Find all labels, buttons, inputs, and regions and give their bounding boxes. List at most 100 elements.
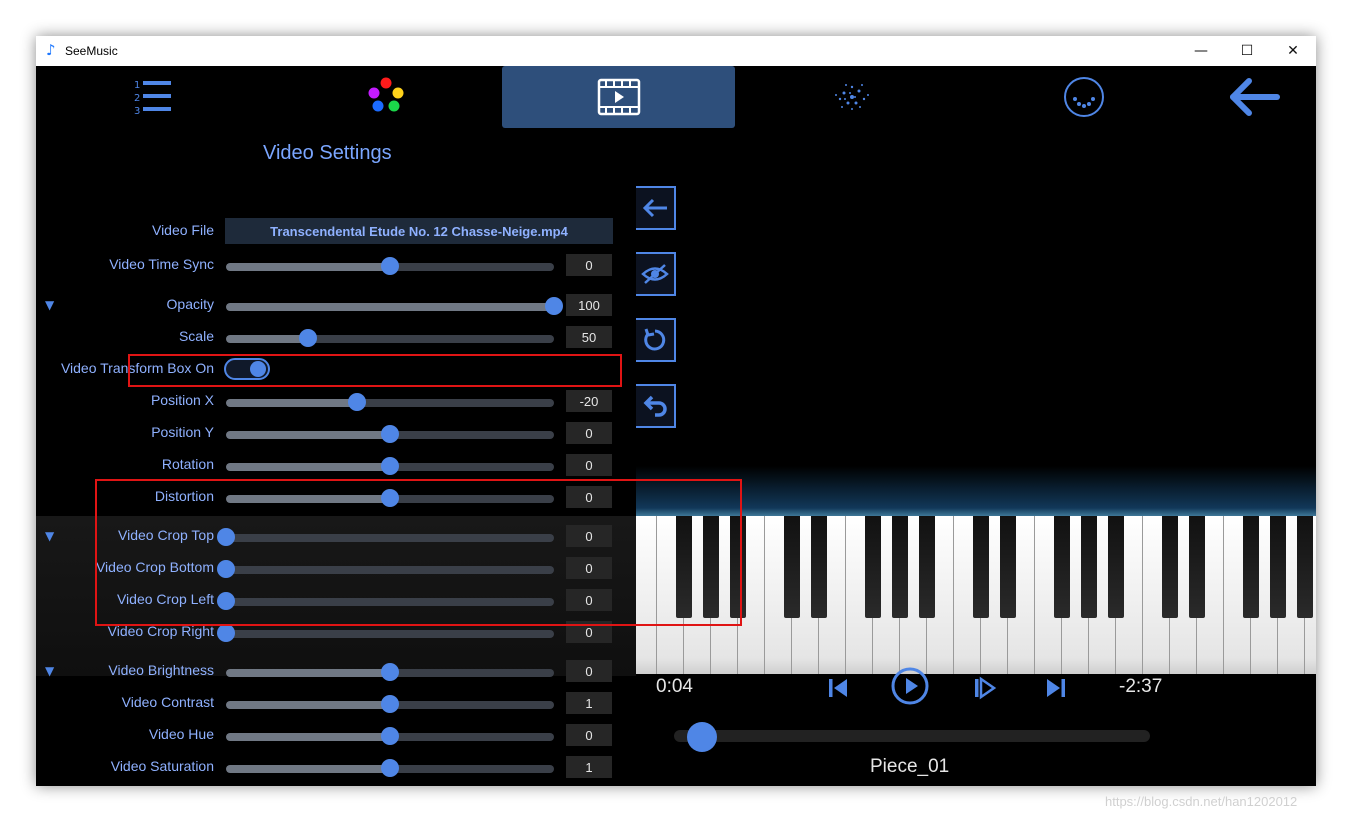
position-y-value-field[interactable]: 0 [566, 422, 612, 444]
opacity-label: Opacity [166, 296, 214, 312]
skip-next-icon [1047, 679, 1065, 697]
video-file-label: Video File [151, 222, 214, 238]
video-saturation-label: Video Saturation [110, 758, 214, 774]
nav-back-button[interactable] [1222, 66, 1286, 128]
video-time-sync-slider-fill [226, 263, 390, 271]
reset-transform-button[interactable] [636, 318, 676, 362]
video-crop-right-slider-handle[interactable] [217, 624, 235, 642]
crop-section-toggle[interactable]: ▼ [45, 529, 54, 543]
black-key [865, 516, 881, 618]
position-y-slider-fill [226, 431, 390, 439]
position-x-slider-fill [226, 399, 358, 407]
video-brightness-label: Video Brightness [108, 662, 214, 678]
maximize-button[interactable]: ☐ [1224, 36, 1270, 66]
nav-more-button[interactable] [1046, 66, 1122, 128]
video-contrast-value-field[interactable]: 1 [566, 692, 612, 714]
video-brightness-value-field[interactable]: 0 [566, 660, 612, 682]
title-bar: ♪ SeeMusic — ☐ ✕ [36, 36, 1316, 66]
window-title: SeeMusic [65, 44, 118, 58]
position-x-slider-handle[interactable] [348, 393, 367, 411]
arrow-left-icon [1230, 78, 1280, 116]
video-contrast-row: Video Contrast 1 [36, 690, 636, 716]
video-crop-right-slider-track[interactable] [226, 630, 554, 638]
reset-icon [644, 328, 666, 351]
arrow-left-icon [642, 198, 667, 218]
black-key [1000, 516, 1016, 618]
position-x-value-field[interactable]: -20 [566, 390, 612, 412]
color-section-toggle[interactable]: ▼ [45, 664, 54, 678]
opacity-value-field[interactable]: 100 [566, 294, 612, 316]
video-saturation-slider-handle[interactable] [381, 759, 399, 777]
video-contrast-slider-handle[interactable] [381, 695, 399, 713]
skip-to-start-button[interactable] [824, 674, 852, 706]
position-x-label: Position X [150, 392, 214, 408]
transform-arrow-left-button[interactable] [636, 186, 676, 230]
color-dots-icon [368, 77, 404, 112]
video-time-sync-value-field[interactable]: 0 [566, 254, 612, 276]
video-hue-slider-handle[interactable] [381, 727, 399, 745]
svg-text:1: 1 [134, 80, 140, 91]
position-y-slider-handle[interactable] [381, 425, 399, 443]
video-file-button[interactable]: Transcendental Etude No. 12 Chasse-Neige… [225, 218, 613, 244]
rotation-value-field[interactable]: 0 [566, 454, 612, 476]
scale-slider-handle[interactable] [299, 329, 317, 347]
rotation-slider-handle[interactable] [381, 457, 399, 475]
video-hue-slider-fill [226, 733, 390, 741]
nav-video-button[interactable] [502, 66, 735, 128]
app-body: 1 2 3 Video Settings Video File Transcen… [36, 66, 1316, 786]
nav-colors-button[interactable] [346, 66, 426, 128]
undo-button[interactable] [636, 384, 676, 428]
position-y-label: Position Y [151, 424, 214, 440]
position-x-highlight [128, 354, 622, 387]
scale-row: Scale 50 [36, 324, 636, 350]
video-time-sync-label: Video Time Sync [109, 256, 214, 272]
video-time-sync-slider-handle[interactable] [381, 257, 399, 275]
minimize-button[interactable]: — [1178, 36, 1224, 66]
app-window: ♪ SeeMusic — ☐ ✕ 1 2 3 Video Settings Vi… [36, 36, 1316, 786]
top-nav: 1 2 3 [36, 66, 1316, 130]
black-key [811, 516, 827, 618]
black-key [1081, 516, 1097, 618]
black-key [1054, 516, 1070, 618]
opacity-row: Opacity 100 [36, 292, 636, 318]
black-key [1270, 516, 1286, 618]
more-circle-icon [1064, 77, 1104, 117]
video-brightness-slider-handle[interactable] [381, 663, 399, 681]
opacity-slider-track[interactable] [226, 303, 554, 311]
step-forward-icon [975, 676, 997, 700]
play-icon [891, 667, 929, 705]
skip-to-end-button[interactable] [1042, 674, 1070, 706]
opacity-slider-fill [226, 303, 554, 311]
close-button[interactable]: ✕ [1270, 36, 1316, 66]
step-forward-button[interactable] [970, 674, 998, 706]
hide-video-button[interactable] [636, 252, 676, 296]
numbered-list-icon: 1 2 3 [134, 80, 171, 117]
remaining-time: -2:37 [1119, 676, 1163, 697]
position-x-slider-track[interactable] [226, 399, 554, 407]
black-key [1297, 516, 1313, 618]
opacity-slider-handle[interactable] [545, 297, 563, 315]
black-key [919, 516, 935, 618]
black-key [892, 516, 908, 618]
scale-label: Scale [178, 328, 214, 344]
nav-playlist-button[interactable]: 1 2 3 [116, 66, 188, 128]
eye-off-icon [641, 264, 669, 284]
play-button[interactable] [890, 666, 930, 710]
position-x-row: Position X -20 [36, 388, 636, 414]
black-key [784, 516, 800, 618]
nav-particles-button[interactable] [816, 66, 888, 128]
video-hue-value-field[interactable]: 0 [566, 724, 612, 746]
scale-slider-track[interactable] [226, 335, 554, 343]
scale-value-field[interactable]: 50 [566, 326, 612, 348]
progress-track[interactable] [674, 730, 1150, 742]
watermark: https://blog.csdn.net/han1202012 [1105, 794, 1298, 809]
video-saturation-value-field[interactable]: 1 [566, 756, 612, 778]
black-key [1162, 516, 1178, 618]
position-y-row: Position Y 0 [36, 420, 636, 446]
app-icon: ♪ [46, 41, 56, 59]
video-contrast-label: Video Contrast [121, 694, 214, 710]
video-brightness-slider-fill [226, 669, 390, 677]
black-key [1108, 516, 1124, 618]
opacity-section-toggle[interactable]: ▼ [45, 298, 54, 312]
video-brightness-row: Video Brightness 0 [36, 658, 636, 684]
